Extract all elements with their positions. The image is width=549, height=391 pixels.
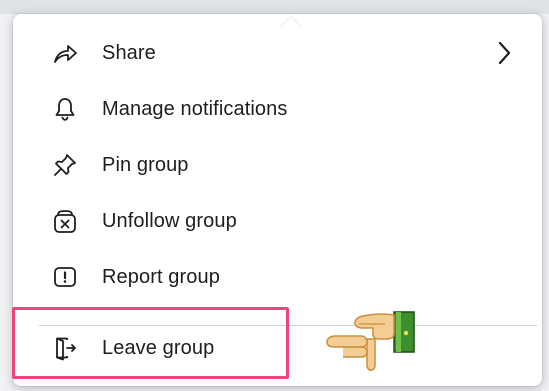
menu-item-manage-notifications[interactable]: Manage notifications bbox=[26, 84, 538, 134]
menu-item-label: Unfollow group bbox=[102, 209, 237, 232]
chevron-right-icon bbox=[494, 40, 514, 66]
highlight-box bbox=[12, 307, 289, 379]
share-icon bbox=[52, 40, 78, 66]
unfollow-icon bbox=[52, 208, 78, 234]
menu-item-unfollow-group[interactable]: Unfollow group bbox=[26, 196, 538, 246]
menu-item-share[interactable]: Share bbox=[26, 28, 538, 78]
menu-item-label: Share bbox=[102, 41, 156, 64]
background-bar bbox=[0, 0, 549, 14]
menu-item-label: Manage notifications bbox=[102, 97, 288, 120]
pointing-hand-icon bbox=[326, 311, 415, 371]
menu-item-pin-group[interactable]: Pin group bbox=[26, 140, 538, 190]
menu-item-label: Pin group bbox=[102, 153, 189, 176]
menu-item-label: Report group bbox=[102, 265, 220, 288]
report-icon bbox=[52, 264, 78, 290]
menu-item-report-group[interactable]: Report group bbox=[26, 252, 538, 302]
bell-icon bbox=[52, 96, 78, 122]
pin-icon bbox=[52, 152, 78, 178]
